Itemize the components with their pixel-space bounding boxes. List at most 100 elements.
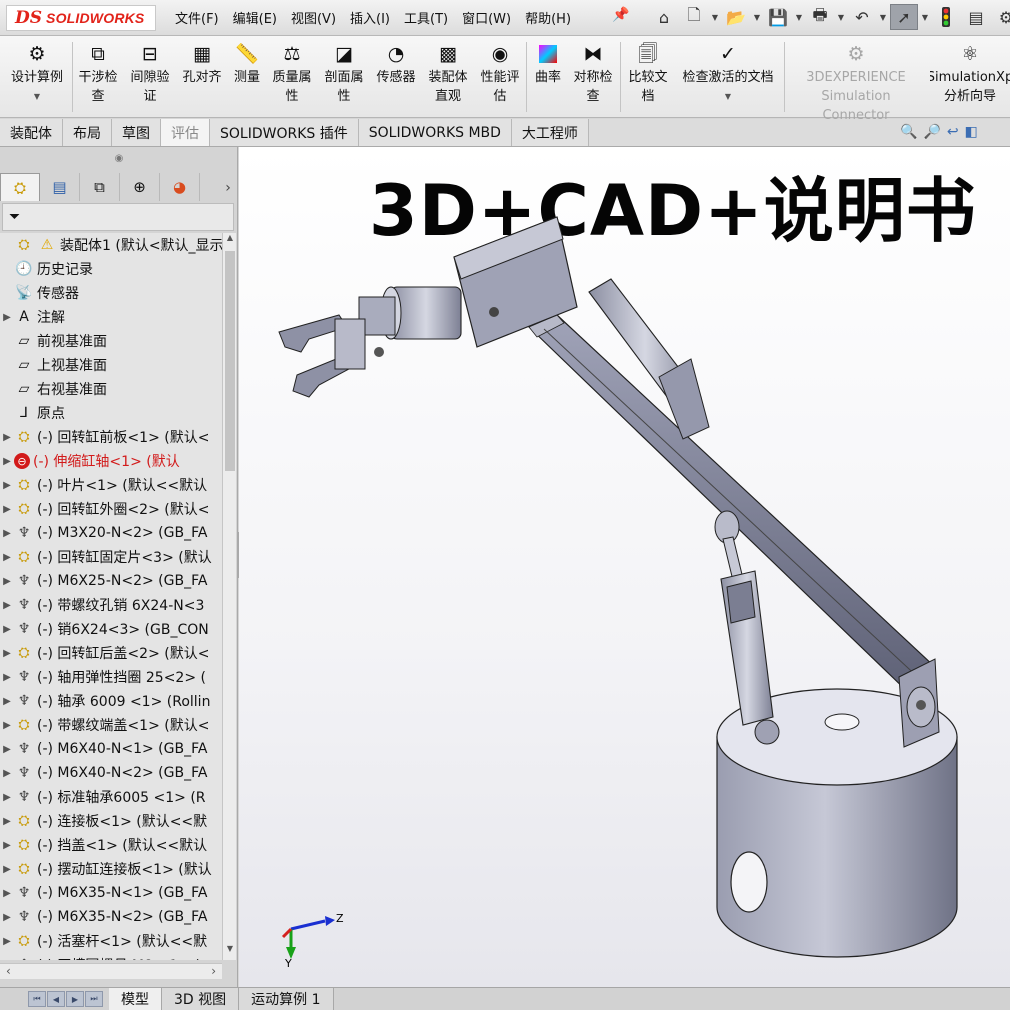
tree-root[interactable]: ⛭ ⚠ 装配体1 (默认<默认_显示 [0,233,222,257]
clearance-verification-button[interactable]: ⊟ 间隙验 证 [126,40,174,106]
expand-arrow-icon[interactable]: ▶ [0,528,14,539]
next-tab-icon[interactable]: ▶ [66,991,84,1007]
open-file-icon[interactable]: 📂 [722,4,750,30]
tree-item[interactable]: ▶ ♆ (-) M6X40-N<1> (GB_FA [0,737,222,761]
undo-dropdown-icon[interactable]: ▼ [878,4,888,30]
menu-help[interactable]: 帮助(H) [525,8,571,27]
robot-arm-model[interactable] [239,147,1010,987]
tree-item[interactable]: ▶ ⛭ (-) 活塞杆<1> (默认<<默 [0,929,222,953]
tree-item[interactable]: ▶ ⛭ (-) 摆动缸连接板<1> (默认 [0,857,222,881]
solidworks-logo[interactable]: DS SOLIDWORKS [6,5,156,31]
section-view-icon[interactable]: ◧ [965,124,978,140]
tree-item[interactable]: ▶ ⛭ (-) 挡盖<1> (默认<<默认 [0,833,222,857]
tree-item[interactable]: ▶ ♆ (-) M3X20-N<2> (GB_FA [0,521,222,545]
file-properties-icon[interactable]: ▤ [962,4,990,30]
print-dropdown-icon[interactable]: ▼ [836,4,846,30]
save-icon[interactable]: 💾 [764,4,792,30]
tree-item[interactable]: ▶♆(-) 开槽圆螺母 M8 <1> ( [0,953,222,960]
zoom-to-area-icon[interactable]: 🔎 [923,124,940,140]
tree-item[interactable]: ▶ ♆ (-) M6X40-N<2> (GB_FA [0,761,222,785]
assembly-visualization-button[interactable]: ▩ 装配体 直观 [424,40,472,106]
expand-arrow-icon[interactable]: ▶ [0,624,14,635]
graphics-viewport[interactable]: 3D+CAD+说明书 Z Y [239,147,1010,987]
expand-arrow-icon[interactable]: ▶ [0,912,14,923]
tree-item[interactable]: ▶ ♆ (-) 带螺纹孔销 6X24-N<3 [0,593,222,617]
expand-arrow-icon[interactable]: ▶ [0,600,14,611]
sensor-button[interactable]: ◔ 传感器 [372,40,420,87]
curvature-button[interactable]: 曲率 [530,40,566,87]
select-dropdown-icon[interactable]: ▼ [920,4,930,30]
tree-item[interactable]: ▶ ⛭ (-) 回转缸外圈<2> (默认< [0,497,222,521]
check-active-dropdown-icon[interactable]: ▼ [725,87,731,106]
tree-filter[interactable]: ⏷ [2,203,234,231]
menu-insert[interactable]: 插入(I) [350,8,390,27]
tree-item[interactable]: ▶ ⛭ (-) 回转缸后盖<2> (默认< [0,641,222,665]
expand-arrow-icon[interactable]: ▶ [0,960,14,961]
tree-item[interactable]: ▱ 前视基准面 [0,329,222,353]
options-icon[interactable]: ⚙ [992,4,1010,30]
scroll-right-icon[interactable]: › [211,964,216,978]
expand-arrow-icon[interactable]: ▶ [0,696,14,707]
expand-arrow-icon[interactable]: ▶ [0,312,14,323]
expand-arrow-icon[interactable]: ▶ [0,672,14,683]
bottom-tab-motion-study[interactable]: 运动算例 1 [239,988,334,1010]
expand-arrow-icon[interactable]: ▶ [0,888,14,899]
tree-item[interactable]: ▶ ♆ (-) M6X35-N<2> (GB_FA [0,905,222,929]
tab-engineer[interactable]: 大工程师 [511,119,589,146]
tree-item[interactable]: ▶ ⛭ (-) 回转缸前板<1> (默认< [0,425,222,449]
expand-arrow-icon[interactable]: ▶ [0,768,14,779]
save-dropdown-icon[interactable]: ▼ [794,4,804,30]
design-study-dropdown-icon[interactable]: ▼ [34,87,40,106]
tree-item[interactable]: ▶ ⛭ (-) 回转缸固定片<3> (默认 [0,545,222,569]
expand-arrow-icon[interactable]: ▶ [0,648,14,659]
expand-arrow-icon[interactable]: ▶ [0,744,14,755]
undo-icon[interactable]: ↶ [848,4,876,30]
check-active-document-button[interactable]: ✓ 检查激活的文档 ▼ [676,40,780,106]
tree-item[interactable]: ▶ ⛭ (-) 叶片<1> (默认<<默认 [0,473,222,497]
first-tab-icon[interactable]: ⏮ [28,991,46,1007]
tab-evaluate[interactable]: 评估 [161,119,210,146]
tree-item[interactable]: ▶ A 注解 [0,305,222,329]
tree-item[interactable]: ▶ ♆ (-) M6X25-N<2> (GB_FA [0,569,222,593]
configuration-manager-tab[interactable]: ⧉ [80,173,120,201]
hole-alignment-button[interactable]: ▦ 孔对齐 [178,40,226,87]
pin-menu-icon[interactable]: 📌 [612,7,629,23]
tree-item[interactable]: ▶ ♆ (-) 轴承 6009 <1> (Rollin [0,689,222,713]
menu-window[interactable]: 窗口(W) [462,8,511,27]
property-manager-tab[interactable]: ▤ [40,173,80,201]
expand-arrow-icon[interactable]: ▶ [0,720,14,731]
design-study-button[interactable]: ⚙ 设计算例 ▼ [6,40,68,106]
feature-manager-tab[interactable]: ⛭ [0,173,40,201]
tree-item[interactable]: ▶ ♆ (-) 销6X24<3> (GB_CON [0,617,222,641]
menu-tools[interactable]: 工具(T) [404,8,448,27]
tree-item[interactable]: ▱ 上视基准面 [0,353,222,377]
tree-vertical-scrollbar[interactable]: ▲ ▼ [222,233,236,960]
zoom-to-fit-icon[interactable]: 🔍 [900,124,917,140]
open-file-dropdown-icon[interactable]: ▼ [752,4,762,30]
tree-item[interactable]: ▱ 右视基准面 [0,377,222,401]
expand-arrow-icon[interactable]: ▶ [0,456,14,467]
tab-assembly[interactable]: 装配体 [0,119,63,146]
expand-arrow-icon[interactable]: ▶ [0,816,14,827]
tree-horizontal-scrollbar[interactable]: ‹ › [0,963,222,979]
tree-item[interactable]: 🕘 历史记录 [0,257,222,281]
filter-funnel-icon[interactable]: ⏷ [9,209,20,225]
expand-arrow-icon[interactable]: ▶ [0,432,14,443]
tree-item[interactable]: ▶ ♆ (-) 标准轴承6005 <1> (R [0,785,222,809]
expand-arrow-icon[interactable]: ▶ [0,504,14,515]
tab-layout[interactable]: 布局 [63,119,112,146]
interference-check-button[interactable]: ⧉ 干涉检 查 [74,40,122,106]
tree-item[interactable]: ▶ ⊖ (-) 伸缩缸轴<1> (默认 [0,449,222,473]
scroll-left-icon[interactable]: ‹ [6,964,11,978]
tree-item[interactable]: ▶ ⛭ (-) 连接板<1> (默认<<默 [0,809,222,833]
measure-button[interactable]: 📏 测量 [228,40,266,87]
dimxpert-manager-tab[interactable]: ⊕ [120,173,160,201]
menu-view[interactable]: 视图(V) [291,8,336,27]
bottom-tab-model[interactable]: 模型 [109,988,162,1010]
simulation-connector-button[interactable]: ⚙ 3DEXPERIENCE Simulation Connector [786,40,926,125]
scrollbar-thumb[interactable] [225,251,235,471]
expand-arrow-icon[interactable]: ▶ [0,792,14,803]
expand-arrow-icon[interactable]: ▶ [0,840,14,851]
print-icon[interactable]: 🖶 [806,4,834,30]
home-icon[interactable]: ⌂ [650,4,678,30]
